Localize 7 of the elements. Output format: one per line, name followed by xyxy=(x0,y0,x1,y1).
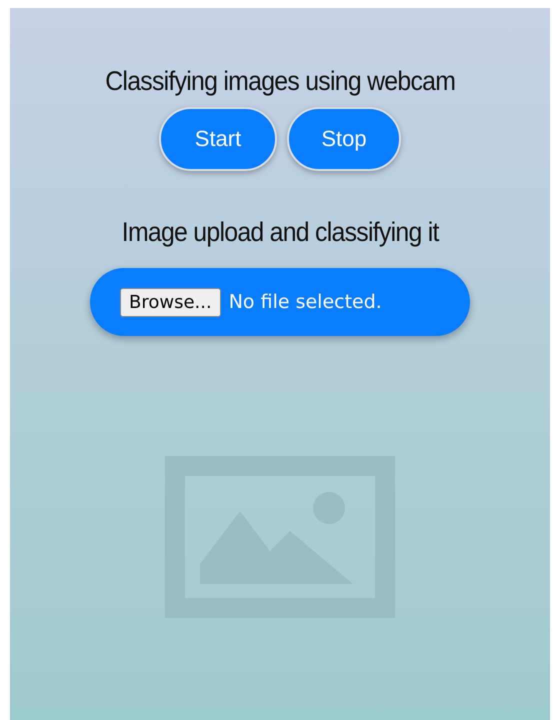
browse-button[interactable]: Browse... xyxy=(120,288,221,316)
webcam-button[interactable]: Start xyxy=(159,107,277,171)
file-status-text: No file selected. xyxy=(228,291,382,313)
file-upload-control[interactable]: Browse... No file selected. xyxy=(90,268,470,336)
webcam-button[interactable]: Stop xyxy=(287,107,401,171)
section-heading: Image upload and classifying it xyxy=(122,217,438,248)
section-heading: Classifying images using webcam xyxy=(105,66,455,97)
